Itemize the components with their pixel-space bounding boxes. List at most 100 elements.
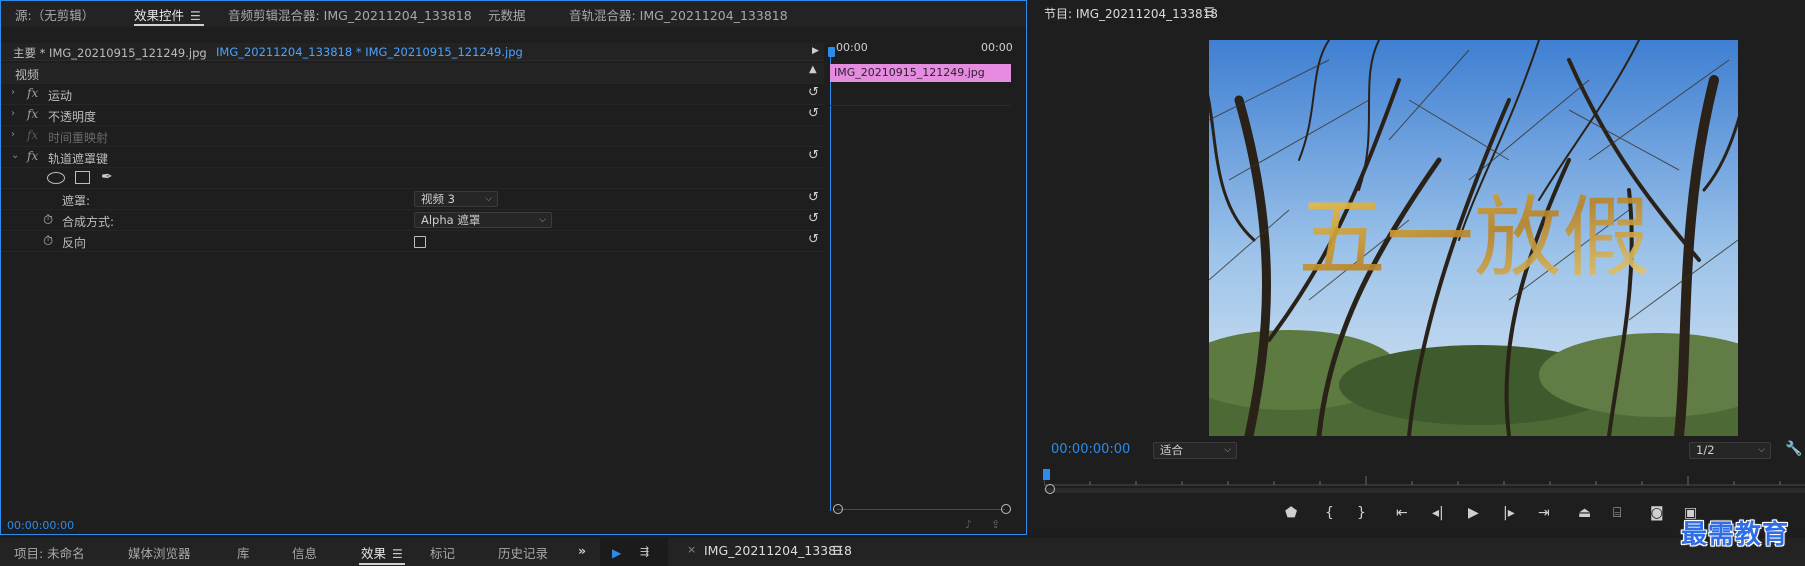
- resolution-dropdown[interactable]: 1/2 ⌵: [1689, 442, 1771, 459]
- panel-menu-icon[interactable]: ☰: [392, 547, 403, 561]
- tab-markers[interactable]: 标记: [430, 543, 455, 562]
- panel-tabs: 源:（无剪辑） 效果控件 ☰ 音频剪辑混合器: IMG_20211204_1338…: [1, 1, 1026, 27]
- program-timecode[interactable]: 00:00:00:00: [1051, 442, 1130, 457]
- program-playhead[interactable]: [1043, 469, 1050, 480]
- fx-icon[interactable]: fx: [27, 149, 38, 163]
- matte-label: 遮罩:: [62, 194, 91, 208]
- video-section-header: 视频 ▲: [1, 63, 824, 84]
- stopwatch-icon[interactable]: ⏱: [43, 234, 53, 249]
- tab-libraries[interactable]: 库: [237, 543, 250, 562]
- tab-source[interactable]: 源:（无剪辑）: [15, 5, 94, 24]
- tab-audio-clip-mixer[interactable]: 音频剪辑混合器: IMG_20211204_133818: [228, 5, 472, 24]
- more-tabs-icon[interactable]: »: [578, 543, 586, 558]
- bottom-panel-tabs: 项目: 未命名 媒体浏览器 库 信息 效果 ☰ 标记 历史记录 » ▶ ⇶ × I…: [0, 538, 1805, 566]
- composite-label: 合成方式:: [62, 215, 115, 229]
- panel-menu-icon[interactable]: ☰: [832, 543, 843, 558]
- effect-timecode[interactable]: 00:00:00:00: [7, 519, 74, 532]
- effect-label-opacity: 不透明度: [48, 110, 97, 124]
- tab-effect-controls[interactable]: 效果控件 ☰: [134, 5, 201, 24]
- matte-value: 视频 3: [421, 192, 455, 206]
- scroll-start-handle[interactable]: [833, 504, 843, 514]
- wrench-icon[interactable]: 🔧: [1785, 441, 1802, 457]
- chevron-down-icon[interactable]: ⌄: [11, 150, 19, 161]
- timeline-clip[interactable]: IMG_20210915_121249.jpg: [830, 64, 1011, 82]
- rectangle-mask-icon[interactable]: [75, 171, 90, 184]
- chevron-down-icon: ⌵: [1224, 445, 1231, 455]
- export-icon[interactable]: ⇪: [991, 518, 1000, 531]
- program-title[interactable]: 节目: IMG_20211204_133818: [1044, 5, 1218, 22]
- reset-icon[interactable]: ↺: [808, 232, 819, 247]
- lift-icon[interactable]: ⏏: [1578, 505, 1591, 521]
- tab-history[interactable]: 历史记录: [498, 543, 548, 562]
- active-tab-underline: [359, 563, 405, 565]
- program-zoom-bar[interactable]: [1044, 488, 1805, 493]
- reset-icon[interactable]: ↺: [808, 148, 819, 163]
- reverse-checkbox[interactable]: [414, 236, 426, 248]
- pen-tool-icon[interactable]: ✒: [101, 169, 113, 185]
- chevron-right-icon[interactable]: ›: [11, 108, 15, 119]
- tab-audio-track-mixer[interactable]: 音轨混合器: IMG_20211204_133818: [569, 5, 788, 24]
- tab-metadata[interactable]: 元数据: [488, 5, 526, 24]
- go-to-out-icon[interactable]: ⇥: [1538, 505, 1550, 521]
- mark-in-icon[interactable]: {: [1325, 505, 1334, 521]
- fx-icon[interactable]: fx: [27, 86, 38, 100]
- video-image: 五一放假: [1209, 40, 1738, 436]
- tab-effects[interactable]: 效果 ☰: [361, 543, 403, 562]
- matte-dropdown[interactable]: 视频 3 ⌵: [414, 191, 498, 207]
- timeline-scrollbar-track[interactable]: [837, 509, 1005, 510]
- extract-icon[interactable]: ⌸: [1613, 505, 1621, 521]
- tab-effects-label: 效果: [361, 546, 387, 561]
- effect-row-time-remap[interactable]: › fx 时间重映射: [1, 126, 824, 147]
- reset-icon[interactable]: ↺: [808, 211, 819, 226]
- selection-tool-icon[interactable]: ▶: [612, 546, 621, 560]
- track-select-tool-icon[interactable]: ⇶: [640, 545, 649, 558]
- chevron-right-icon[interactable]: ›: [11, 129, 15, 140]
- ruler-ticks: [1043, 476, 1805, 486]
- tab-info[interactable]: 信息: [292, 543, 317, 562]
- effect-row-motion[interactable]: › fx 运动 ↺: [1, 84, 824, 105]
- fx-icon: fx: [27, 128, 39, 142]
- tab-effect-controls-label: 效果控件: [134, 8, 185, 23]
- mark-out-icon[interactable]: }: [1357, 505, 1366, 521]
- go-to-in-icon[interactable]: ⇤: [1396, 505, 1408, 521]
- ellipse-mask-icon[interactable]: [47, 172, 65, 184]
- composite-dropdown[interactable]: Alpha 遮罩 ⌵: [414, 212, 552, 228]
- program-time-ruler[interactable]: [1043, 470, 1805, 486]
- fx-icon[interactable]: fx: [27, 107, 38, 121]
- timeline-end-time: 00:00: [981, 41, 1013, 54]
- step-forward-icon[interactable]: |▸: [1503, 505, 1515, 521]
- marker-icon[interactable]: ⬟: [1285, 505, 1297, 521]
- chevron-down-icon[interactable]: ⌵: [197, 46, 205, 57]
- tab-project[interactable]: 项目: 未命名: [14, 543, 85, 562]
- tab-sequence[interactable]: IMG_20211204_133818: [704, 543, 852, 558]
- reset-icon[interactable]: ↺: [808, 85, 819, 100]
- reset-icon[interactable]: ↺: [808, 106, 819, 121]
- program-video-frame[interactable]: 五一放假: [1209, 40, 1738, 436]
- play-icon[interactable]: ▶: [1468, 505, 1479, 521]
- stopwatch-icon[interactable]: ⏱: [43, 213, 53, 228]
- close-tab-icon[interactable]: ×: [687, 543, 696, 556]
- playhead-line: [830, 49, 831, 511]
- effect-label-motion: 运动: [48, 89, 73, 103]
- step-back-icon[interactable]: ◂|: [1432, 505, 1444, 521]
- collapse-up-icon[interactable]: ▲: [809, 64, 817, 75]
- panel-menu-icon[interactable]: ☰: [190, 9, 201, 23]
- audio-icon[interactable]: ♪: [965, 518, 972, 531]
- zoom-handle[interactable]: [1045, 484, 1055, 494]
- effect-row-track-matte[interactable]: ⌄ fx 轨道遮罩键 ↺: [1, 147, 824, 168]
- play-triangle-icon[interactable]: ▶: [812, 46, 819, 56]
- fit-dropdown[interactable]: 适合 ⌵: [1153, 442, 1237, 459]
- camera-icon[interactable]: ◙: [1650, 505, 1664, 521]
- effect-row-opacity[interactable]: › fx 不透明度 ↺: [1, 105, 824, 126]
- matte-row: 遮罩: 视频 3 ⌵ ↺: [1, 189, 824, 210]
- effect-controls-panel: 源:（无剪辑） 效果控件 ☰ 音频剪辑混合器: IMG_20211204_1338…: [0, 0, 1027, 535]
- sequence-clip-link[interactable]: IMG_20211204_133818 * IMG_20210915_12124…: [216, 45, 523, 59]
- reset-icon[interactable]: ↺: [808, 190, 819, 205]
- program-menu-icon[interactable]: ☰: [1204, 5, 1215, 19]
- master-clip-label[interactable]: 主要 * IMG_20210915_121249.jpg: [13, 45, 207, 61]
- tab-media-browser[interactable]: 媒体浏览器: [128, 543, 191, 562]
- resolution-value: 1/2: [1696, 443, 1715, 457]
- chevron-right-icon[interactable]: ›: [11, 87, 15, 98]
- scroll-end-handle[interactable]: [1001, 504, 1011, 514]
- video-overlay-text: 五一放假: [1298, 186, 1650, 289]
